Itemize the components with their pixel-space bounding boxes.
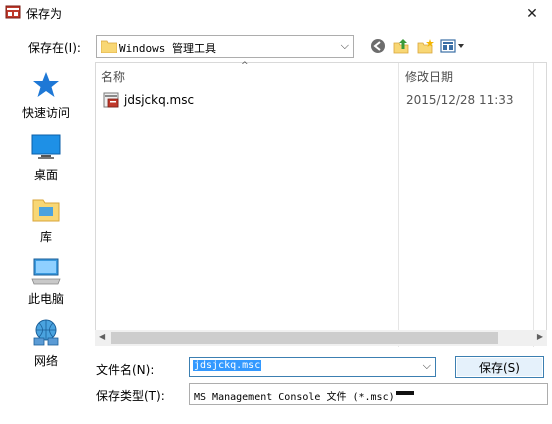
place-label: 此电脑 (27, 292, 64, 306)
file-name: jdsjckq.msc (124, 93, 195, 107)
dropdown-indicator (396, 391, 414, 395)
title-bar: 保存为 ✕ (0, 0, 552, 27)
new-folder-button[interactable] (416, 36, 436, 58)
library-icon (31, 194, 61, 224)
file-list[interactable]: ^ 名称 修改日期 jdsjckq.msc 2015/12/28 11:33 (95, 61, 547, 347)
place-library[interactable]: 库 (8, 194, 84, 254)
folder-icon (100, 39, 118, 54)
column-header-modified[interactable]: 修改日期 (399, 63, 529, 89)
desktop-icon (31, 132, 61, 162)
file-type-value: MS Management Console 文件 (*.msc) (194, 392, 395, 403)
file-modified-date: 2015/12/28 11:33 (406, 93, 514, 107)
computer-icon (31, 256, 61, 286)
place-network[interactable]: 网络 (8, 318, 84, 378)
close-button[interactable]: ✕ (512, 0, 552, 27)
save-button[interactable]: 保存(S) (455, 356, 544, 378)
save-in-label: 保存在(I): (28, 41, 81, 55)
place-this-pc[interactable]: 此电脑 (8, 256, 84, 316)
chevron-down-icon[interactable]: ⌵ (423, 359, 431, 373)
column-header-name[interactable]: 名称 (96, 63, 398, 89)
window-title: 保存为 (26, 7, 63, 21)
new-folder-icon (417, 38, 435, 57)
file-name-input[interactable]: jdsjckq.msc ⌵ (189, 357, 436, 377)
file-type-dropdown[interactable]: MS Management Console 文件 (*.msc) (189, 383, 548, 405)
scroll-left-icon[interactable]: ◀ (99, 332, 105, 341)
star-icon (31, 70, 61, 100)
view-menu-icon (440, 38, 466, 57)
scroll-right-icon[interactable]: ▶ (537, 332, 543, 341)
places-bar: 快速访问 桌面 库 此电脑 网络 (0, 62, 92, 382)
scrollbar-thumb[interactable] (111, 332, 498, 344)
file-type-label: 保存类型(T): (96, 389, 165, 403)
msc-console-icon (5, 4, 21, 20)
place-label: 网络 (33, 354, 58, 368)
save-in-dropdown[interactable]: Windows 管理工具 ⌵ (96, 35, 354, 58)
up-folder-button[interactable] (392, 36, 412, 58)
place-label: 快速访问 (21, 106, 70, 120)
up-folder-icon (393, 38, 411, 57)
file-name-label: 文件名(N): (96, 363, 155, 377)
save-in-value: Windows 管理工具 (119, 42, 216, 55)
file-name-value: jdsjckq.msc (193, 360, 262, 371)
horizontal-scrollbar[interactable]: ◀ ▶ (95, 330, 547, 346)
place-label: 桌面 (33, 168, 58, 182)
place-label: 库 (39, 230, 52, 244)
network-icon (31, 318, 61, 348)
close-icon: ✕ (526, 5, 538, 22)
back-button[interactable] (368, 36, 388, 58)
back-arrow-icon (370, 38, 386, 57)
place-quick-access[interactable]: 快速访问 (8, 70, 84, 130)
msc-file-icon (103, 92, 119, 108)
place-desktop[interactable]: 桌面 (8, 132, 84, 192)
chevron-down-icon: ⌵ (340, 39, 349, 52)
file-row[interactable]: jdsjckq.msc 2015/12/28 11:33 (100, 91, 540, 111)
view-menu-button[interactable] (440, 36, 466, 58)
